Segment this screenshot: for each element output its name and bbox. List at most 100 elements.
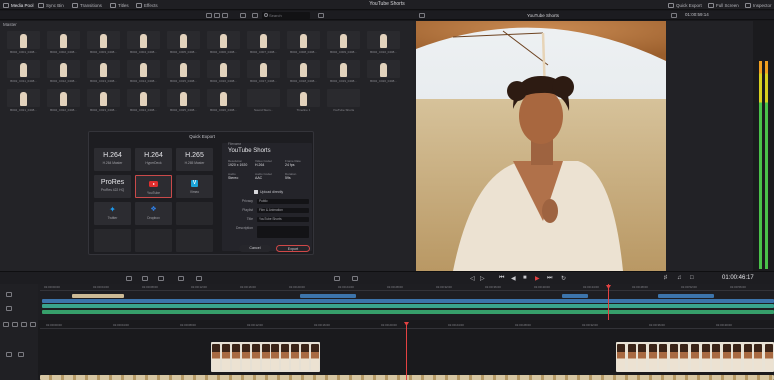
timeline-clip-bar[interactable] (42, 310, 774, 314)
export-filename: YouTube Shorts (228, 148, 271, 154)
zoom-icon[interactable] (419, 13, 425, 18)
range-left-icon[interactable]: ◁ (470, 275, 475, 282)
media-clip[interactable]: B002_C024_0408... (127, 89, 160, 112)
audio-icon[interactable]: ♯ (664, 275, 667, 281)
video-track-icon[interactable] (6, 352, 12, 357)
media-clip[interactable]: B002_C016_0408... (207, 60, 240, 83)
media-clip[interactable]: B002_C004_0408... (127, 31, 160, 54)
media-clip[interactable]: B002_C010_0408... (367, 31, 400, 54)
timeline-clip-bar[interactable] (42, 304, 774, 308)
track-tool-icon[interactable] (6, 306, 12, 311)
clip-name: B002_C012_0408... (50, 79, 77, 83)
blade-tool-icon[interactable] (142, 276, 148, 281)
play-icon[interactable]: ▶ (535, 275, 540, 282)
clip-name: B002_C019_0408... (330, 79, 357, 83)
privacy-select[interactable]: Public (257, 199, 309, 204)
viewer-title[interactable]: YouTube Shorts (513, 12, 573, 19)
place-on-top-icon[interactable] (178, 276, 184, 281)
export-button[interactable]: Export (276, 245, 310, 252)
media-clip[interactable]: B002_C021_0408... (7, 89, 40, 112)
marker-icon[interactable] (30, 322, 36, 327)
link-icon[interactable] (12, 322, 18, 327)
media-clip[interactable]: B002_C022_0408... (47, 89, 80, 112)
timeline-clip-bar[interactable] (300, 294, 356, 298)
preset-youtube[interactable]: YouTube (135, 175, 172, 198)
media-clip[interactable]: B002_C006_0408... (207, 31, 240, 54)
media-clip[interactable]: B002_C015_0408... (167, 60, 200, 83)
media-clip[interactable]: B002_C013_0408... (87, 60, 120, 83)
person-figure (260, 34, 267, 48)
media-clip[interactable]: B002_C009_0408... (327, 31, 360, 54)
preset-dropbox[interactable]: ❖ Dropbox (135, 202, 172, 225)
timeline-clip-bar[interactable] (658, 294, 714, 298)
media-clip[interactable]: B002_C008_0408... (287, 31, 320, 54)
preset-twitter[interactable]: ✦ Twitter (94, 202, 131, 225)
media-clip[interactable]: Sound Stem... (247, 89, 280, 112)
search-input[interactable]: Search (262, 12, 310, 19)
snap-icon[interactable] (334, 276, 340, 281)
track-tool-icon[interactable] (6, 292, 12, 297)
media-clip[interactable]: B002_C019_0408... (327, 60, 360, 83)
media-clip[interactable]: B002_C026_0408... (207, 89, 240, 112)
reverse-play-icon[interactable]: ◀ (511, 275, 516, 282)
go-to-start-icon[interactable]: ⏮ (499, 275, 504, 282)
full-screen-button[interactable]: Full Screen (708, 1, 739, 9)
video-clip[interactable] (40, 375, 774, 380)
thumbnail-view-icon[interactable] (222, 13, 228, 18)
volume-icon[interactable]: ♫ (677, 275, 682, 281)
more-options-icon[interactable] (318, 13, 324, 18)
timeline-ruler[interactable]: 01:00:00:00 01:00:04:00 01:00:08:00 01:00:1… (40, 284, 774, 291)
media-clip[interactable]: B002_C001_0408... (7, 31, 40, 54)
timeline-clip-bar[interactable] (562, 294, 588, 298)
sort-icon[interactable] (240, 13, 246, 18)
preset-h265-master[interactable]: H.265 H.265 Master (176, 148, 213, 171)
video-clip[interactable] (616, 342, 774, 372)
media-clip[interactable]: B002_C014_0408... (127, 60, 160, 83)
upload-directly-checkbox[interactable]: Upload directly (254, 190, 283, 194)
playlist-select[interactable]: Film & Animation (257, 208, 309, 213)
media-clip[interactable]: Timeline 1 (287, 89, 320, 112)
timeline-clip-bar[interactable] (42, 299, 774, 303)
preset-prores[interactable]: ProRes ProRes 422 HQ (94, 175, 131, 198)
media-clip[interactable]: B002_C020_0408... (367, 60, 400, 83)
media-clip[interactable]: B002_C005_0408... (167, 31, 200, 54)
stop-icon[interactable]: ■ (523, 275, 527, 281)
link-icon[interactable] (352, 276, 358, 281)
preset-vimeo[interactable]: V Vimeo (176, 175, 213, 198)
eye-icon[interactable] (18, 352, 24, 357)
ripple-overwrite-icon[interactable] (196, 276, 202, 281)
media-clip[interactable]: B002_C017_0408... (247, 60, 280, 83)
go-to-end-icon[interactable]: ⏭ (547, 275, 552, 282)
append-icon[interactable] (158, 276, 164, 281)
media-clip[interactable]: B002_C023_0408... (87, 89, 120, 112)
media-clip[interactable]: B002_C011_0408... (7, 60, 40, 83)
lock-icon[interactable] (3, 322, 9, 327)
media-clip[interactable]: B002_C007_0408... (247, 31, 280, 54)
media-clip[interactable]: YouTube Shorts (327, 89, 360, 112)
inspector-button[interactable]: Inspector (745, 1, 772, 9)
flag-icon[interactable] (21, 322, 27, 327)
timeline-clip-bar[interactable] (72, 294, 124, 298)
playhead[interactable] (406, 322, 407, 380)
description-input[interactable] (257, 226, 309, 238)
viewer-options-icon[interactable] (671, 13, 677, 18)
mini-playhead[interactable] (608, 284, 609, 320)
media-clip[interactable]: B002_C002_0408... (47, 31, 80, 54)
preset-hyperdeck[interactable]: H.264 HyperDeck (135, 148, 172, 171)
title-input[interactable]: YouTube Shorts (257, 217, 309, 222)
list-view-icon[interactable] (214, 13, 220, 18)
cancel-button[interactable]: Cancel (239, 245, 271, 252)
media-clip[interactable]: B002_C025_0408... (167, 89, 200, 112)
media-clip[interactable]: B002_C018_0408... (287, 60, 320, 83)
media-clip[interactable]: B002_C003_0408... (87, 31, 120, 54)
loop-icon[interactable]: ↻ (561, 275, 566, 282)
preset-h264-master[interactable]: H.264 H.264 Master (94, 148, 131, 171)
quick-export-button[interactable]: Quick Export (668, 1, 702, 9)
video-clip[interactable] (211, 342, 320, 372)
trim-tool-icon[interactable] (126, 276, 132, 281)
filter-icon[interactable] (252, 13, 258, 18)
range-right-icon[interactable]: ▷ (480, 275, 485, 282)
fullscreen-toggle-icon[interactable]: □ (690, 275, 694, 281)
media-clip[interactable]: B002_C012_0408... (47, 60, 80, 83)
grid-view-icon[interactable] (206, 13, 212, 18)
